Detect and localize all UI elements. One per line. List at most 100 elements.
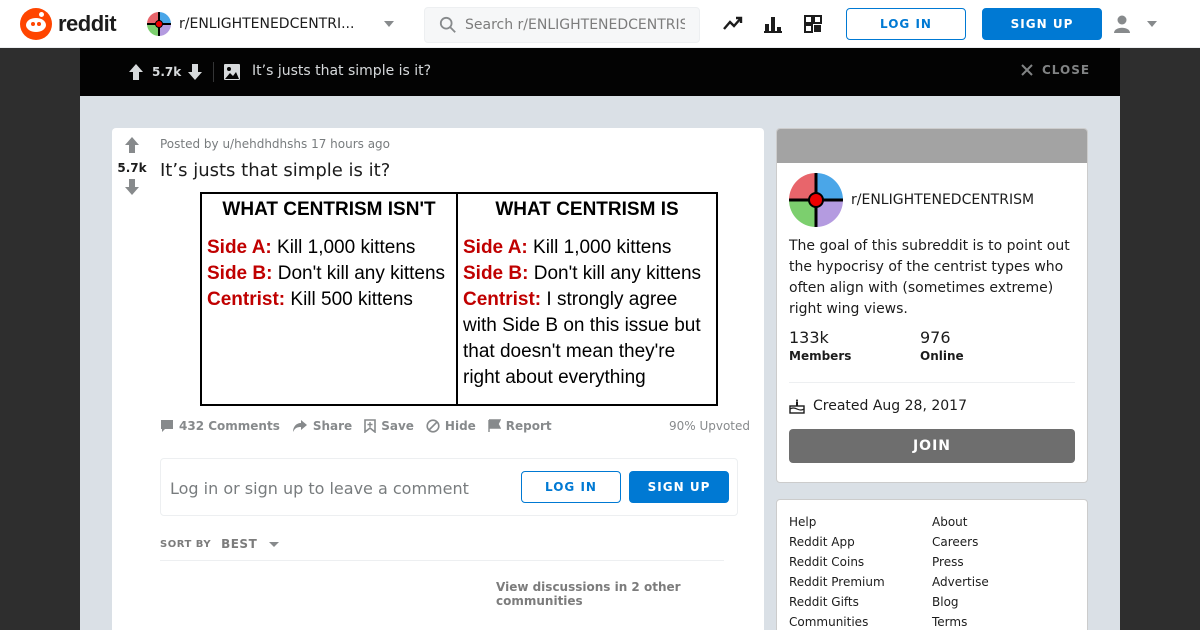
close-label: CLOSE xyxy=(1042,63,1091,77)
meme-line: Side A: Kill 1,000 kittens xyxy=(207,237,416,258)
top-nav: reddit r/ENLIGHTENEDCENTRI... LOG IN SIG… xyxy=(0,0,1200,48)
user-menu-dropdown[interactable] xyxy=(1112,12,1162,36)
coins-icon[interactable] xyxy=(803,14,823,34)
online-label: Online xyxy=(920,349,964,363)
view-other-discussions-link[interactable]: View discussions in 2 other communities xyxy=(496,580,764,608)
downvote-icon[interactable] xyxy=(187,63,203,81)
hide-label: Hide xyxy=(444,419,476,433)
footer-link[interactable]: About xyxy=(932,512,989,532)
meme-line: Side B: Don't kill any kittens xyxy=(207,263,446,284)
footer-links-left: Help Reddit App Reddit Coins Reddit Prem… xyxy=(789,512,885,630)
online-count: 976 xyxy=(920,328,951,347)
post-actions: 432 Comments Share Save Hide Report 90% … xyxy=(160,416,750,436)
divider xyxy=(213,62,214,82)
post-image[interactable]: WHAT CENTRISM ISN'T Side A: Kill 1,000 k… xyxy=(200,192,718,406)
hide-icon xyxy=(426,419,440,433)
logo-text: reddit xyxy=(58,11,117,36)
header-post-title: It’s justs that simple is it? xyxy=(252,63,432,79)
sort-dropdown[interactable]: SORT BY BEST xyxy=(160,537,280,551)
post-score: 5.7k xyxy=(117,161,147,175)
online-stat: 976 Online xyxy=(920,328,964,363)
meme-line: Side A: Kill 1,000 kittens xyxy=(463,237,672,258)
subreddit-dropdown[interactable]: r/ENLIGHTENEDCENTRI... xyxy=(140,8,402,40)
share-button[interactable]: Share xyxy=(292,419,352,433)
join-button[interactable]: JOIN xyxy=(789,429,1075,463)
report-button[interactable]: Report xyxy=(488,419,552,433)
signup-button[interactable]: SIGN UP xyxy=(982,8,1102,40)
trending-icon[interactable] xyxy=(723,14,743,34)
divider xyxy=(789,382,1075,383)
bookmark-icon xyxy=(364,419,377,433)
footer-link[interactable]: Reddit Gifts xyxy=(789,592,885,612)
post-title: It’s justs that simple is it? xyxy=(160,160,391,181)
upvote-icon[interactable] xyxy=(124,136,140,154)
about-community-card: r/ENLIGHTENEDCENTRISM The goal of this s… xyxy=(776,128,1088,483)
footer-link[interactable]: Blog xyxy=(932,592,989,612)
comment-signup-button[interactable]: SIGN UP xyxy=(629,471,729,503)
meme-left-header: WHAT CENTRISM ISN'T xyxy=(222,199,436,220)
members-label: Members xyxy=(789,349,852,363)
leaderboard-icon[interactable] xyxy=(763,14,783,34)
footer-link[interactable]: Help xyxy=(789,512,885,532)
upvote-icon[interactable] xyxy=(128,63,144,81)
search-icon xyxy=(439,16,456,33)
chevron-down-icon xyxy=(1147,21,1157,27)
comment-prompt-text: Log in or sign up to leave a comment xyxy=(170,479,469,498)
share-icon xyxy=(292,420,307,432)
header-score: 5.7k xyxy=(152,65,182,79)
cake-icon xyxy=(789,399,805,414)
search-bar[interactable] xyxy=(424,7,700,43)
upvote-ratio: 90% Upvoted xyxy=(668,419,750,433)
footer-links-card: Help Reddit App Reddit Coins Reddit Prem… xyxy=(776,499,1088,630)
hide-button[interactable]: Hide xyxy=(426,419,476,433)
close-button[interactable]: CLOSE xyxy=(1020,63,1090,77)
comments-button[interactable]: 432 Comments xyxy=(160,419,280,433)
chevron-down-icon xyxy=(384,21,394,27)
footer-link[interactable]: Reddit Coins xyxy=(789,552,885,572)
comment-login-prompt: Log in or sign up to leave a comment LOG… xyxy=(160,458,738,516)
footer-link[interactable]: Terms xyxy=(932,612,989,630)
user-icon xyxy=(1114,15,1130,33)
subreddit-icon[interactable] xyxy=(789,173,843,227)
comment-login-button[interactable]: LOG IN xyxy=(521,471,621,503)
subreddit-name: r/ENLIGHTENEDCENTRI... xyxy=(179,16,355,32)
footer-link[interactable]: Press xyxy=(932,552,989,572)
share-label: Share xyxy=(312,419,353,433)
meme-right-header: WHAT CENTRISM IS xyxy=(495,199,679,220)
sort-label: SORT BY xyxy=(160,538,212,550)
post-header-bar: 5.7k It’s justs that simple is it? CLOSE xyxy=(80,48,1120,96)
footer-link[interactable]: Reddit Premium xyxy=(789,572,885,592)
divider xyxy=(160,560,724,561)
search-input[interactable] xyxy=(465,17,685,33)
post-card: 5.7k Posted by u/hehdhdhshs 17 hours ago… xyxy=(112,128,764,630)
footer-links-right: About Careers Press Advertise Blog Terms xyxy=(932,512,989,630)
downvote-icon[interactable] xyxy=(124,178,140,196)
meme-left-panel: WHAT CENTRISM ISN'T Side A: Kill 1,000 k… xyxy=(202,194,458,404)
members-stat: 133k Members xyxy=(789,328,851,363)
footer-link[interactable]: Reddit App xyxy=(789,532,885,552)
members-count: 133k xyxy=(789,328,829,347)
report-label: Report xyxy=(505,419,552,433)
community-name[interactable]: r/ENLIGHTENEDCENTRISM xyxy=(851,192,1034,208)
chevron-down-icon xyxy=(269,541,280,547)
footer-link[interactable]: Advertise xyxy=(932,572,989,592)
footer-link[interactable]: Communities xyxy=(789,612,885,630)
comment-icon xyxy=(161,420,173,432)
community-header: r/ENLIGHTENEDCENTRISM xyxy=(789,173,1034,227)
comments-label: 432 Comments xyxy=(179,419,280,433)
created-text: Created Aug 28, 2017 xyxy=(813,398,967,414)
meme-right-panel: WHAT CENTRISM IS Side A: Kill 1,000 kitt… xyxy=(458,194,716,404)
footer-link[interactable]: Careers xyxy=(932,532,989,552)
reddit-logo[interactable]: reddit xyxy=(20,8,117,40)
save-button[interactable]: Save xyxy=(364,419,414,433)
save-label: Save xyxy=(381,419,414,433)
community-banner xyxy=(777,129,1087,163)
post-overlay: 5.7k It’s justs that simple is it? CLOSE… xyxy=(80,48,1120,630)
snoo-icon xyxy=(20,8,52,40)
post-meta: Posted by u/hehdhdhshs 17 hours ago xyxy=(160,137,391,151)
sort-value: BEST xyxy=(221,537,258,551)
meme-line: Centrist: Kill 500 kittens xyxy=(207,289,413,310)
login-button[interactable]: LOG IN xyxy=(846,8,966,40)
community-description: The goal of this subreddit is to point o… xyxy=(789,238,1070,317)
image-post-icon xyxy=(224,64,240,80)
